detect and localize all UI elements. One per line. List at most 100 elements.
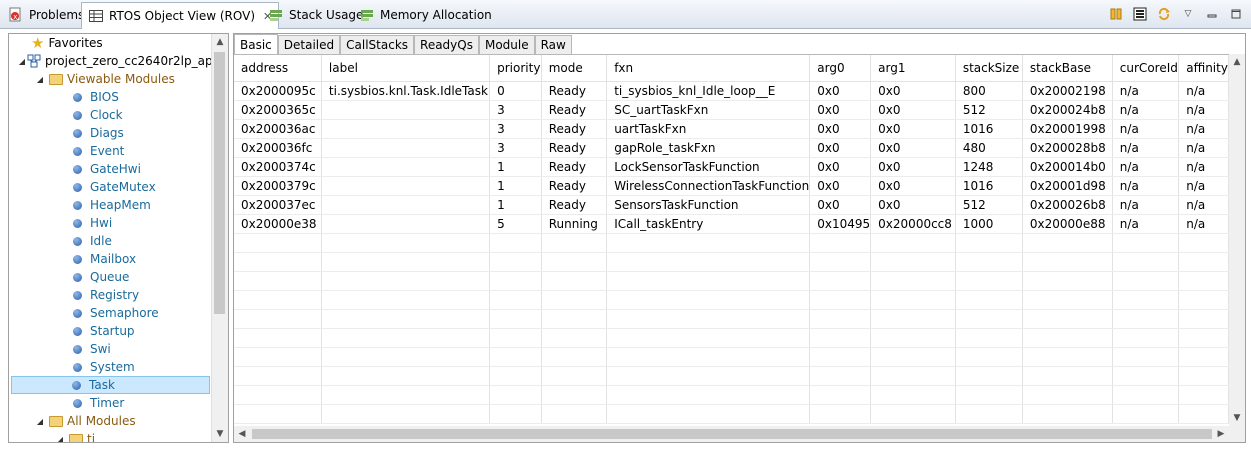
refresh-icon[interactable] xyxy=(1155,5,1173,23)
module-tree[interactable]: ★ Favorites ◢ project_zero_cc2640r2lp_ap… xyxy=(8,33,229,443)
table-cell xyxy=(234,271,322,291)
tree-item-module[interactable]: HeapMem xyxy=(73,196,151,214)
column-header-mode[interactable]: mode xyxy=(541,55,608,82)
module-label: Registry xyxy=(90,288,140,302)
scroll-right-icon[interactable]: ▶ xyxy=(1213,426,1229,442)
tree-item-module[interactable]: Swi xyxy=(73,340,111,358)
table-cell: 0x200036ac xyxy=(234,119,322,139)
scroll-down-icon[interactable]: ▼ xyxy=(1229,410,1245,426)
tree-item-module[interactable]: Queue xyxy=(73,268,129,286)
subtab-readyqs[interactable]: ReadyQs xyxy=(414,35,479,54)
subtab-detailed[interactable]: Detailed xyxy=(277,35,341,54)
tree-item-all-modules[interactable]: ◢ All Modules xyxy=(35,412,136,430)
subtab-raw[interactable]: Raw xyxy=(534,35,572,54)
table-cell xyxy=(606,347,811,367)
tree-item-module[interactable]: Startup xyxy=(73,322,135,340)
table-row[interactable]: 0x2000374c 1 Ready LockSensorTaskFunction 0x… xyxy=(234,157,1229,177)
tree-item-module[interactable]: System xyxy=(73,358,135,376)
tree-item-module[interactable]: Semaphore xyxy=(73,304,159,322)
tree-item-module[interactable]: Mailbox xyxy=(73,250,136,268)
tree-item-module[interactable]: Hwi xyxy=(73,214,112,232)
table-row[interactable]: 0x2000379c 1 Ready WirelessConnectionTaskFu… xyxy=(234,176,1229,196)
module-icon xyxy=(73,344,82,354)
table-row[interactable]: 0x200036fc 3 Ready gapRole_taskFxn 0x0 0x0 480… xyxy=(234,138,1229,158)
table-cell: 0x20001998 xyxy=(1022,119,1113,139)
tree-item-favorites[interactable]: ★ Favorites xyxy=(31,34,103,52)
subtab-callstacks[interactable]: CallStacks xyxy=(340,35,415,54)
column-header-affinity[interactable]: affinity xyxy=(1178,55,1229,82)
scroll-left-icon[interactable]: ◀ xyxy=(234,426,250,442)
table-cell: Ready xyxy=(541,119,608,139)
module-icon xyxy=(73,92,82,102)
column-header-arg1[interactable]: arg1 xyxy=(870,55,956,82)
subtab-basic[interactable]: Basic xyxy=(234,34,278,54)
table-cell xyxy=(321,157,491,177)
table-row[interactable]: 0x200036ac 3 Ready uartTaskFxn 0x0 0x0 1016 0x2… xyxy=(234,119,1229,139)
tree-vertical-scrollbar[interactable]: ▲ ▼ xyxy=(211,34,228,442)
subtab-module[interactable]: Module xyxy=(478,35,535,54)
table-horizontal-scrollbar[interactable]: ◀ ▶ xyxy=(234,426,1245,442)
expand-arrow-icon[interactable]: ◢ xyxy=(35,75,45,84)
table-vertical-scrollbar[interactable]: ▲ ▼ xyxy=(1229,54,1245,426)
pause-icon[interactable] xyxy=(1107,5,1125,23)
column-header-priority[interactable]: priority xyxy=(489,55,542,82)
tree-item-module[interactable]: GateHwi xyxy=(73,160,141,178)
column-header-curcoreid[interactable]: curCoreId xyxy=(1112,55,1180,82)
column-header-label[interactable]: label xyxy=(321,55,491,82)
tree-item-module[interactable]: Diags xyxy=(73,124,124,142)
tab-memory-allocation[interactable]: Memory Allocation xyxy=(353,2,498,28)
expand-arrow-icon[interactable]: ◢ xyxy=(17,57,27,66)
tree-item-module[interactable]: Timer xyxy=(73,394,124,412)
tab-problems[interactable]: x Problems xyxy=(2,2,90,28)
tree-item-project[interactable]: ◢ project_zero_cc2640r2lp_app.c xyxy=(17,52,228,70)
table-cell: n/a xyxy=(1112,81,1180,101)
maximize-icon[interactable] xyxy=(1227,5,1245,23)
tree-item-module[interactable]: Idle xyxy=(73,232,112,250)
ti-label: ti xyxy=(87,432,96,443)
tree-item-module[interactable]: GateMutex xyxy=(73,178,156,196)
table-cell xyxy=(955,404,1023,424)
scroll-down-icon[interactable]: ▼ xyxy=(212,426,228,442)
view-grid-icon[interactable] xyxy=(1131,5,1149,23)
module-icon xyxy=(73,272,82,282)
tree-item-module[interactable]: BIOS xyxy=(73,88,119,106)
expand-arrow-icon[interactable]: ◢ xyxy=(55,435,65,443)
table-row[interactable]: 0x2000365c 3 Ready SC_uartTaskFxn 0x0 0x0 512 0… xyxy=(234,100,1229,120)
minimize-icon[interactable] xyxy=(1203,5,1221,23)
column-header-stackbase[interactable]: stackBase xyxy=(1022,55,1113,82)
table-row[interactable]: 0x2000095c ti.sysbios.knl.Task.IdleTask 0 R… xyxy=(234,81,1229,101)
table-cell xyxy=(870,252,956,272)
tree-item-ti[interactable]: ◢ ti xyxy=(55,430,96,443)
task-table: address label priority mode fxn arg0 arg1 stack… xyxy=(234,55,1229,424)
table-cell xyxy=(541,328,608,348)
table-cell: 0x2000365c xyxy=(234,100,322,120)
table-cell xyxy=(1022,366,1113,386)
tree-item-module[interactable]: Clock xyxy=(73,106,123,124)
table-cell: 0x0 xyxy=(809,195,872,215)
tree-item-module[interactable]: Registry xyxy=(73,286,139,304)
tree-item-module[interactable]: Task xyxy=(11,376,210,394)
table-row[interactable]: 0x20000e38 5 Running ICall_taskEntry 0x10495… xyxy=(234,214,1229,234)
star-icon: ★ xyxy=(31,34,45,52)
column-header-address[interactable]: address xyxy=(234,55,322,82)
column-header-arg0[interactable]: arg0 xyxy=(809,55,872,82)
table-cell xyxy=(489,385,542,405)
table-row[interactable]: 0x200037ec 1 Ready SensorsTaskFunction 0x0 0x… xyxy=(234,195,1229,215)
tree-item-viewable-modules[interactable]: ◢ Viewable Modules xyxy=(35,70,175,88)
table-cell xyxy=(870,385,956,405)
column-header-fxn[interactable]: fxn xyxy=(606,55,811,82)
scroll-up-icon[interactable]: ▲ xyxy=(1229,54,1245,70)
scrollbar-thumb[interactable] xyxy=(252,429,1212,439)
table-cell xyxy=(955,271,1023,291)
scroll-up-icon[interactable]: ▲ xyxy=(212,34,228,50)
tree-item-module[interactable]: Event xyxy=(73,142,124,160)
view-menu-icon[interactable]: ▽ xyxy=(1179,5,1197,23)
expand-arrow-icon[interactable]: ◢ xyxy=(35,417,45,426)
tab-rov[interactable]: RTOS Object View (ROV) ✕ xyxy=(81,2,280,29)
column-header-stacksize[interactable]: stackSize xyxy=(955,55,1023,82)
table-cell xyxy=(489,366,542,386)
table-cell: 0x200026b8 xyxy=(1022,195,1113,215)
scrollbar-thumb[interactable] xyxy=(214,52,225,314)
table-cell xyxy=(321,233,491,253)
table-cell xyxy=(489,290,542,310)
